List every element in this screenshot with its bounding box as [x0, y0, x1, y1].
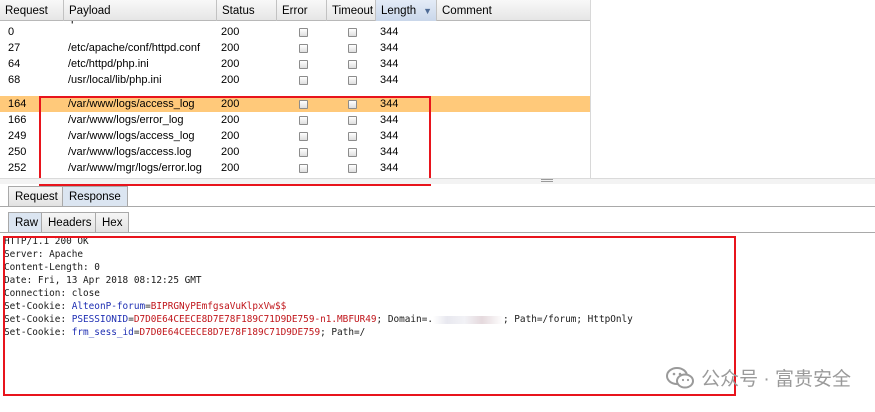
table-row[interactable]: 0 200 344 [0, 24, 590, 40]
table-row[interactable]: 64 /etc/httpd/php.ini 200 344 [0, 56, 590, 72]
timeout-checkbox[interactable] [348, 60, 357, 69]
col-header-label: Status [222, 5, 255, 17]
col-header-comment[interactable]: Comment [437, 0, 590, 21]
error-checkbox[interactable] [299, 44, 308, 53]
cell-payload: /etc/apache/conf/httpd.conf [68, 42, 201, 54]
col-header-label: Length [381, 5, 417, 17]
cell-status: 200 [221, 58, 240, 70]
cell-request: 0 [8, 26, 15, 38]
col-header-error[interactable]: Error [277, 0, 327, 21]
timeout-checkbox[interactable] [348, 28, 357, 37]
col-header-request[interactable]: Request [0, 0, 64, 21]
cell-request: 249 [8, 130, 27, 142]
cell-request: 68 [8, 74, 21, 86]
tab-request[interactable]: Request [8, 186, 65, 207]
cell-status: 200 [221, 42, 240, 54]
cell-request: 64 [8, 58, 21, 70]
col-header-label: Comment [442, 5, 492, 17]
error-checkbox[interactable] [299, 60, 308, 69]
cell-length: 344 [380, 26, 399, 38]
watermark-text: 公众号 · 富贵安全 [701, 369, 851, 390]
cell-payload: /etc/httpd/php.ini [68, 58, 149, 70]
col-header-status[interactable]: Status [217, 0, 277, 21]
highlight-box-response [3, 236, 736, 396]
col-header-timeout[interactable]: Timeout [327, 0, 376, 21]
cell-length: 344 [380, 74, 399, 86]
divider [0, 232, 875, 233]
cell-request: 252 [8, 162, 27, 174]
tab-response[interactable]: Response [62, 186, 128, 207]
cell-payload: /usr/local/lib/php.ini [68, 74, 162, 86]
pane-splitter[interactable] [0, 178, 875, 184]
cell-request: 164 [8, 98, 27, 110]
col-header-payload[interactable]: Payload [64, 0, 217, 21]
divider [0, 206, 875, 207]
tab-label: Headers [48, 217, 92, 229]
tab-label: Raw [15, 217, 39, 229]
error-checkbox[interactable] [299, 76, 308, 85]
tab-label: Response [69, 191, 121, 203]
tab-headers[interactable]: Headers [41, 212, 99, 233]
cell-status: 200 [221, 26, 240, 38]
col-header-length[interactable]: Length ▼ [376, 0, 437, 21]
wechat-logo-icon [666, 366, 695, 388]
tab-raw[interactable]: Raw [8, 212, 46, 233]
sort-descending-icon: ▼ [423, 6, 432, 16]
message-tabs: Request Response [0, 186, 875, 208]
col-header-label: Payload [69, 5, 111, 17]
table-row[interactable]: 27 /etc/apache/conf/httpd.conf 200 344 [0, 40, 590, 56]
view-tabs: Raw Headers Hex [0, 212, 875, 234]
tab-label: Hex [102, 217, 123, 229]
col-header-label: Error [282, 5, 308, 17]
col-header-label: Timeout [332, 5, 374, 17]
cell-request: 250 [8, 146, 27, 158]
table-header: Request Payload Status Error Timeout Len… [0, 0, 590, 21]
splitter-grip-icon[interactable] [541, 179, 553, 182]
timeout-checkbox[interactable] [348, 76, 357, 85]
cell-request: 27 [8, 42, 21, 54]
highlight-box-rows [39, 96, 431, 186]
cell-request: 166 [8, 114, 27, 126]
timeout-checkbox[interactable] [348, 44, 357, 53]
col-header-label: Request [5, 5, 48, 17]
watermark: 公众号 · 富贵安全 [665, 364, 851, 391]
cell-length: 344 [380, 42, 399, 54]
error-checkbox[interactable] [299, 28, 308, 37]
cell-status: 200 [221, 74, 240, 86]
cell-length: 344 [380, 58, 399, 70]
table-row[interactable]: 68 /usr/local/lib/php.ini 200 344 [0, 72, 590, 88]
tab-hex[interactable]: Hex [95, 212, 130, 233]
tab-label: Request [15, 191, 58, 203]
